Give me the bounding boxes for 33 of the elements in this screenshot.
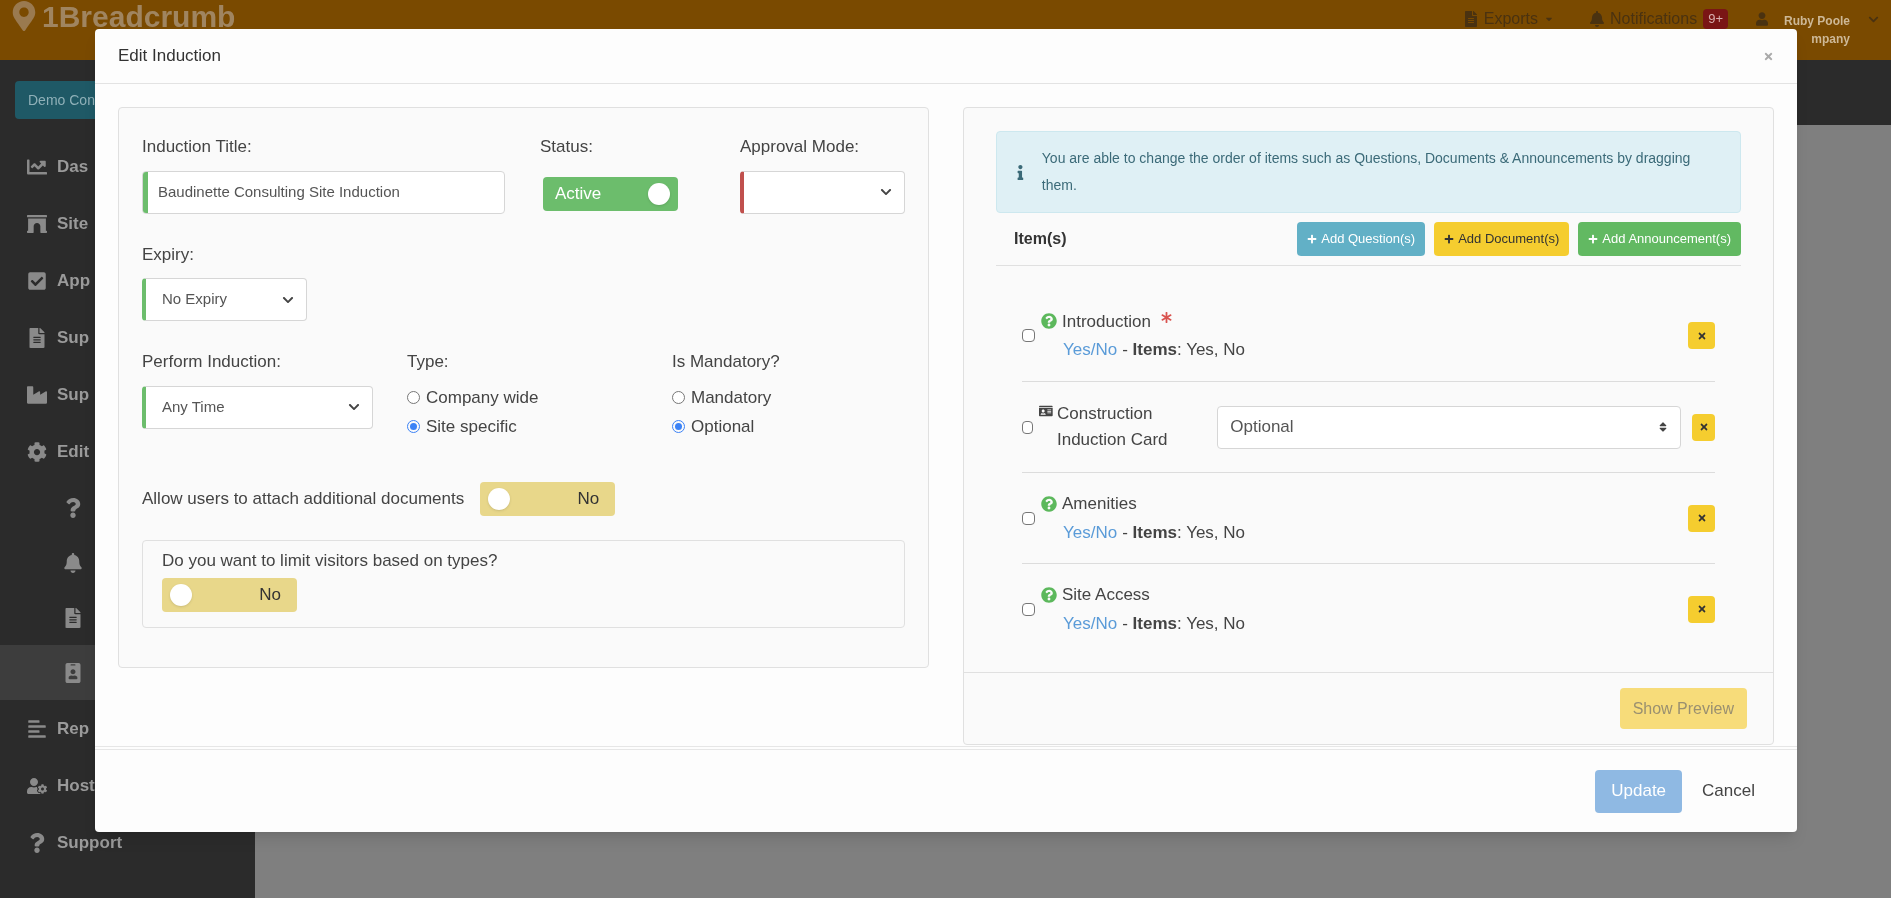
- radio-label: Optional: [691, 416, 755, 438]
- toggle-text: No: [576, 487, 601, 510]
- radio-label: Mandatory: [691, 386, 772, 409]
- toggle-text: Active: [554, 182, 603, 205]
- item-detail: - Items: Yes, No: [1122, 612, 1246, 635]
- toggle-text: No: [258, 584, 282, 607]
- select-value: Optional: [1230, 416, 1295, 439]
- user-company: mpany: [1811, 31, 1850, 48]
- field-label: Is Mandatory?: [672, 351, 780, 373]
- item-detail: - Items: Yes, No: [1122, 521, 1246, 544]
- field-label: Do you want to limit visitors based on types?: [162, 549, 499, 572]
- field-label: Allow users to attach additional documents: [142, 487, 465, 510]
- select-value: No Expiry: [162, 289, 229, 310]
- items-heading: Item(s): [1014, 229, 1068, 249]
- radio-label: Company wide: [426, 386, 539, 409]
- radio-label: Site specific: [426, 416, 517, 438]
- field-label: Expiry:: [142, 243, 195, 266]
- logo-text: 1Breadcrumb: [42, 0, 236, 35]
- item-title: Construction Induction Card: [1056, 403, 1169, 451]
- item-title: Introduction: [1062, 310, 1151, 333]
- field-label: Approval Mode:: [740, 136, 861, 158]
- field-label: Perform Induction:: [142, 351, 282, 373]
- item-title: Site Access: [1062, 584, 1150, 606]
- user-name: Ruby Poole: [1784, 13, 1850, 30]
- field-label: Induction Title:: [142, 136, 253, 158]
- select-value: Any Time: [162, 396, 226, 417]
- item-detail: - Items: Yes, No: [1122, 339, 1246, 361]
- info-text: You are able to change the order of items such as Questions, Documents & Announcements by dragging them.: [1041, 149, 1692, 195]
- field-label: Type:: [407, 351, 450, 373]
- notification-count: 9+: [1703, 9, 1728, 29]
- item-title: Amenities: [1062, 493, 1137, 515]
- field-label: Status:: [540, 136, 594, 158]
- dialog-title: Edit Induction: [118, 45, 222, 68]
